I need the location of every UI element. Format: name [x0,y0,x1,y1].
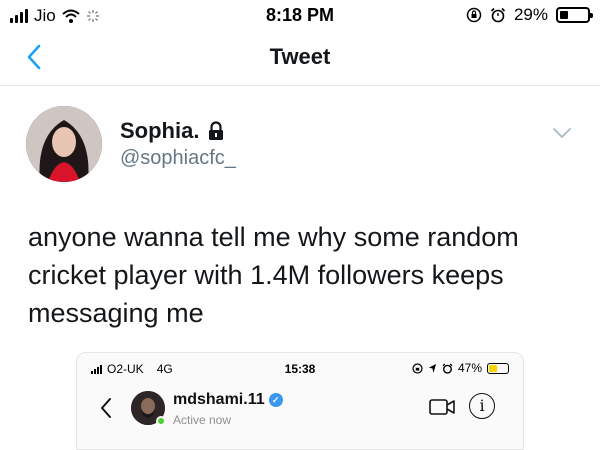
online-indicator [156,416,166,426]
display-name[interactable]: Sophia. [120,118,225,144]
battery-percent: 29% [513,5,548,24]
status-bar: Jio 8:18 PM 29% [0,0,600,30]
embedded-username[interactable]: mdshami.11 ✓ [173,391,283,409]
tweet-media-image[interactable]: O2-UK 4G 15:38 47% mdshami.11 ✓ Active n… [76,352,524,450]
battery-icon [556,7,593,23]
display-name-text: Sophia. [120,118,200,143]
chevron-down-icon[interactable] [552,126,572,140]
info-icon[interactable]: i [469,393,495,419]
embedded-alarm-icon [442,363,453,374]
status-right: 29% [466,5,593,25]
avatar-image [26,106,102,182]
video-call-icon[interactable] [429,397,455,417]
page-title: Tweet [269,44,331,69]
embedded-chevron-left-icon[interactable] [99,397,113,419]
embedded-location-icon [428,363,437,373]
embedded-avatar[interactable] [131,391,166,426]
avatar[interactable] [26,106,102,182]
embedded-username-text: mdshami.11 [173,391,265,408]
embedded-chat-header: mdshami.11 ✓ Active now i [77,383,523,443]
verified-badge-icon: ✓ [268,393,283,407]
lock-icon [209,121,224,140]
embedded-active-status: Active now [173,413,232,427]
alarm-icon [490,7,506,23]
embedded-battery-percent: 47% [457,361,482,375]
nav-bar: Tweet [0,30,600,86]
embedded-status-right: 47% [412,361,509,375]
embedded-orientation-lock-icon [412,362,423,374]
orientation-lock-icon [466,7,482,23]
user-handle[interactable]: @sophiacfc_ [120,147,236,170]
embedded-status-bar: O2-UK 4G 15:38 47% [77,353,523,383]
tweet-text: anyone wanna tell me why some random cri… [28,222,519,328]
embedded-battery-icon [487,362,509,374]
